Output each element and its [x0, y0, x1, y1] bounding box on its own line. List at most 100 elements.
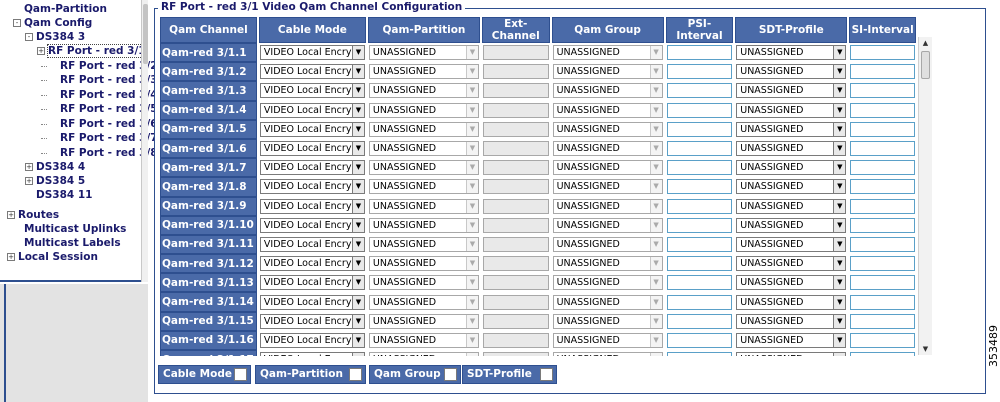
expand-icon[interactable]: +: [7, 211, 15, 219]
cable-mode-select[interactable]: VIDEO Local Encry▼: [259, 141, 365, 157]
si-interval-input[interactable]: [850, 275, 915, 291]
sdt-profile-select[interactable]: UNASSIGNED ▼: [736, 256, 847, 272]
expand-icon[interactable]: +: [37, 47, 45, 55]
cable-mode-select[interactable]: VIDEO Local Encry▼: [259, 275, 365, 291]
expand-icon[interactable]: +: [7, 253, 15, 261]
si-interval-input[interactable]: [850, 256, 915, 272]
sdt-profile-select[interactable]: UNASSIGNED ▼: [736, 160, 847, 176]
collapse-icon[interactable]: -: [25, 33, 33, 41]
dropdown-arrow-icon[interactable]: ▼: [833, 180, 846, 194]
cable-mode-select[interactable]: VIDEO Local Encry▼: [259, 121, 365, 137]
apply-all-checkbox[interactable]: [234, 368, 247, 381]
cable-mode-select[interactable]: VIDEO Local Encry▼: [259, 64, 365, 80]
psi-interval-input[interactable]: [666, 141, 733, 157]
psi-interval-input[interactable]: [666, 198, 733, 214]
dropdown-arrow-icon[interactable]: ▼: [833, 333, 846, 347]
cable-mode-select[interactable]: VIDEO Local Encry▼: [259, 160, 365, 176]
cable-mode-select[interactable]: VIDEO Local Encry▼: [259, 313, 365, 329]
dropdown-arrow-icon[interactable]: ▼: [351, 237, 364, 251]
column-header-qam-group[interactable]: Qam Group: [551, 17, 664, 43]
psi-interval-input[interactable]: [666, 332, 733, 348]
tree-item[interactable]: - Qam Config: [13, 16, 92, 30]
tree-item[interactable]: + RF Port - red 3/1: [37, 44, 147, 58]
si-interval-input[interactable]: [850, 217, 915, 233]
cable-mode-select[interactable]: VIDEO Local Encry▼: [259, 352, 365, 356]
expand-icon[interactable]: +: [25, 163, 33, 171]
cable-mode-select[interactable]: VIDEO Local Encry▼: [259, 256, 365, 272]
sdt-profile-select[interactable]: UNASSIGNED ▼: [736, 352, 847, 356]
dropdown-arrow-icon[interactable]: ▼: [833, 199, 846, 213]
apply-all-checkbox[interactable]: [349, 368, 362, 381]
column-header-psi-interval[interactable]: PSI-Interval: [665, 17, 734, 43]
psi-interval-input[interactable]: [666, 313, 733, 329]
si-interval-input[interactable]: [850, 352, 915, 356]
dropdown-arrow-icon[interactable]: ▼: [351, 65, 364, 79]
si-interval-input[interactable]: [850, 294, 915, 310]
column-header-sdt-profile[interactable]: SDT-Profile: [735, 17, 848, 43]
dropdown-arrow-icon[interactable]: ▼: [351, 353, 364, 356]
cable-mode-select[interactable]: VIDEO Local Encry▼: [259, 332, 365, 348]
si-interval-input[interactable]: [850, 198, 915, 214]
dropdown-arrow-icon[interactable]: ▼: [833, 218, 846, 232]
tree-item[interactable]: + Routes: [7, 208, 59, 222]
sdt-profile-select[interactable]: UNASSIGNED ▼: [736, 313, 847, 329]
column-header-qam-channel[interactable]: Qam Channel: [160, 17, 257, 43]
sdt-profile-select[interactable]: UNASSIGNED ▼: [736, 83, 847, 99]
si-interval-input[interactable]: [850, 45, 915, 61]
psi-interval-input[interactable]: [666, 352, 733, 356]
column-header-si-interval[interactable]: SI-Interval: [849, 17, 916, 43]
scroll-down-arrow-icon[interactable]: ▼: [919, 343, 932, 355]
dropdown-arrow-icon[interactable]: ▼: [351, 46, 364, 60]
si-interval-input[interactable]: [850, 83, 915, 99]
sdt-profile-select[interactable]: UNASSIGNED ▼: [736, 236, 847, 252]
dropdown-arrow-icon[interactable]: ▼: [833, 353, 846, 356]
dropdown-arrow-icon[interactable]: ▼: [833, 122, 846, 136]
dropdown-arrow-icon[interactable]: ▼: [833, 65, 846, 79]
dropdown-arrow-icon[interactable]: ▼: [833, 161, 846, 175]
sdt-profile-select[interactable]: UNASSIGNED ▼: [736, 179, 847, 195]
dropdown-arrow-icon[interactable]: ▼: [351, 314, 364, 328]
cable-mode-select[interactable]: VIDEO Local Encry▼: [259, 179, 365, 195]
psi-interval-input[interactable]: [666, 275, 733, 291]
psi-interval-input[interactable]: [666, 217, 733, 233]
sdt-profile-select[interactable]: UNASSIGNED ▼: [736, 275, 847, 291]
sdt-profile-select[interactable]: UNASSIGNED ▼: [736, 45, 847, 61]
psi-interval-input[interactable]: [666, 236, 733, 252]
psi-interval-input[interactable]: [666, 45, 733, 61]
si-interval-input[interactable]: [850, 313, 915, 329]
psi-interval-input[interactable]: [666, 160, 733, 176]
tree-item[interactable]: + Local Session: [7, 250, 98, 264]
cable-mode-select[interactable]: VIDEO Local Encry▼: [259, 217, 365, 233]
sdt-profile-select[interactable]: UNASSIGNED ▼: [736, 217, 847, 233]
tree-item[interactable]: + DS384 4: [25, 160, 85, 174]
dropdown-arrow-icon[interactable]: ▼: [833, 142, 846, 156]
sdt-profile-select[interactable]: UNASSIGNED ▼: [736, 294, 847, 310]
dropdown-arrow-icon[interactable]: ▼: [833, 276, 846, 290]
psi-interval-input[interactable]: [666, 102, 733, 118]
expand-icon[interactable]: +: [25, 177, 33, 185]
si-interval-input[interactable]: [850, 332, 915, 348]
dropdown-arrow-icon[interactable]: ▼: [351, 142, 364, 156]
dropdown-arrow-icon[interactable]: ▼: [351, 84, 364, 98]
tree-scrollbar[interactable]: [141, 0, 148, 282]
column-header-ext-channel[interactable]: Ext-Channel: [481, 17, 550, 43]
column-header-qam-partition[interactable]: Qam-Partition: [367, 17, 480, 43]
dropdown-arrow-icon[interactable]: ▼: [351, 122, 364, 136]
sdt-profile-select[interactable]: UNASSIGNED ▼: [736, 332, 847, 348]
column-header-cable-mode[interactable]: Cable Mode: [258, 17, 366, 43]
psi-interval-input[interactable]: [666, 83, 733, 99]
dropdown-arrow-icon[interactable]: ▼: [351, 161, 364, 175]
tree-item[interactable]: Multicast Labels: [13, 236, 121, 250]
si-interval-input[interactable]: [850, 179, 915, 195]
sdt-profile-select[interactable]: UNASSIGNED ▼: [736, 121, 847, 137]
dropdown-arrow-icon[interactable]: ▼: [833, 295, 846, 309]
cable-mode-select[interactable]: VIDEO Local Encry▼: [259, 236, 365, 252]
psi-interval-input[interactable]: [666, 179, 733, 195]
table-scroll-thumb[interactable]: [921, 51, 930, 79]
dropdown-arrow-icon[interactable]: ▼: [351, 257, 364, 271]
sdt-profile-select[interactable]: UNASSIGNED ▼: [736, 198, 847, 214]
si-interval-input[interactable]: [850, 160, 915, 176]
tree-item[interactable]: DS384 11: [25, 188, 92, 202]
tree-item[interactable]: + DS384 5: [25, 174, 85, 188]
dropdown-arrow-icon[interactable]: ▼: [351, 295, 364, 309]
